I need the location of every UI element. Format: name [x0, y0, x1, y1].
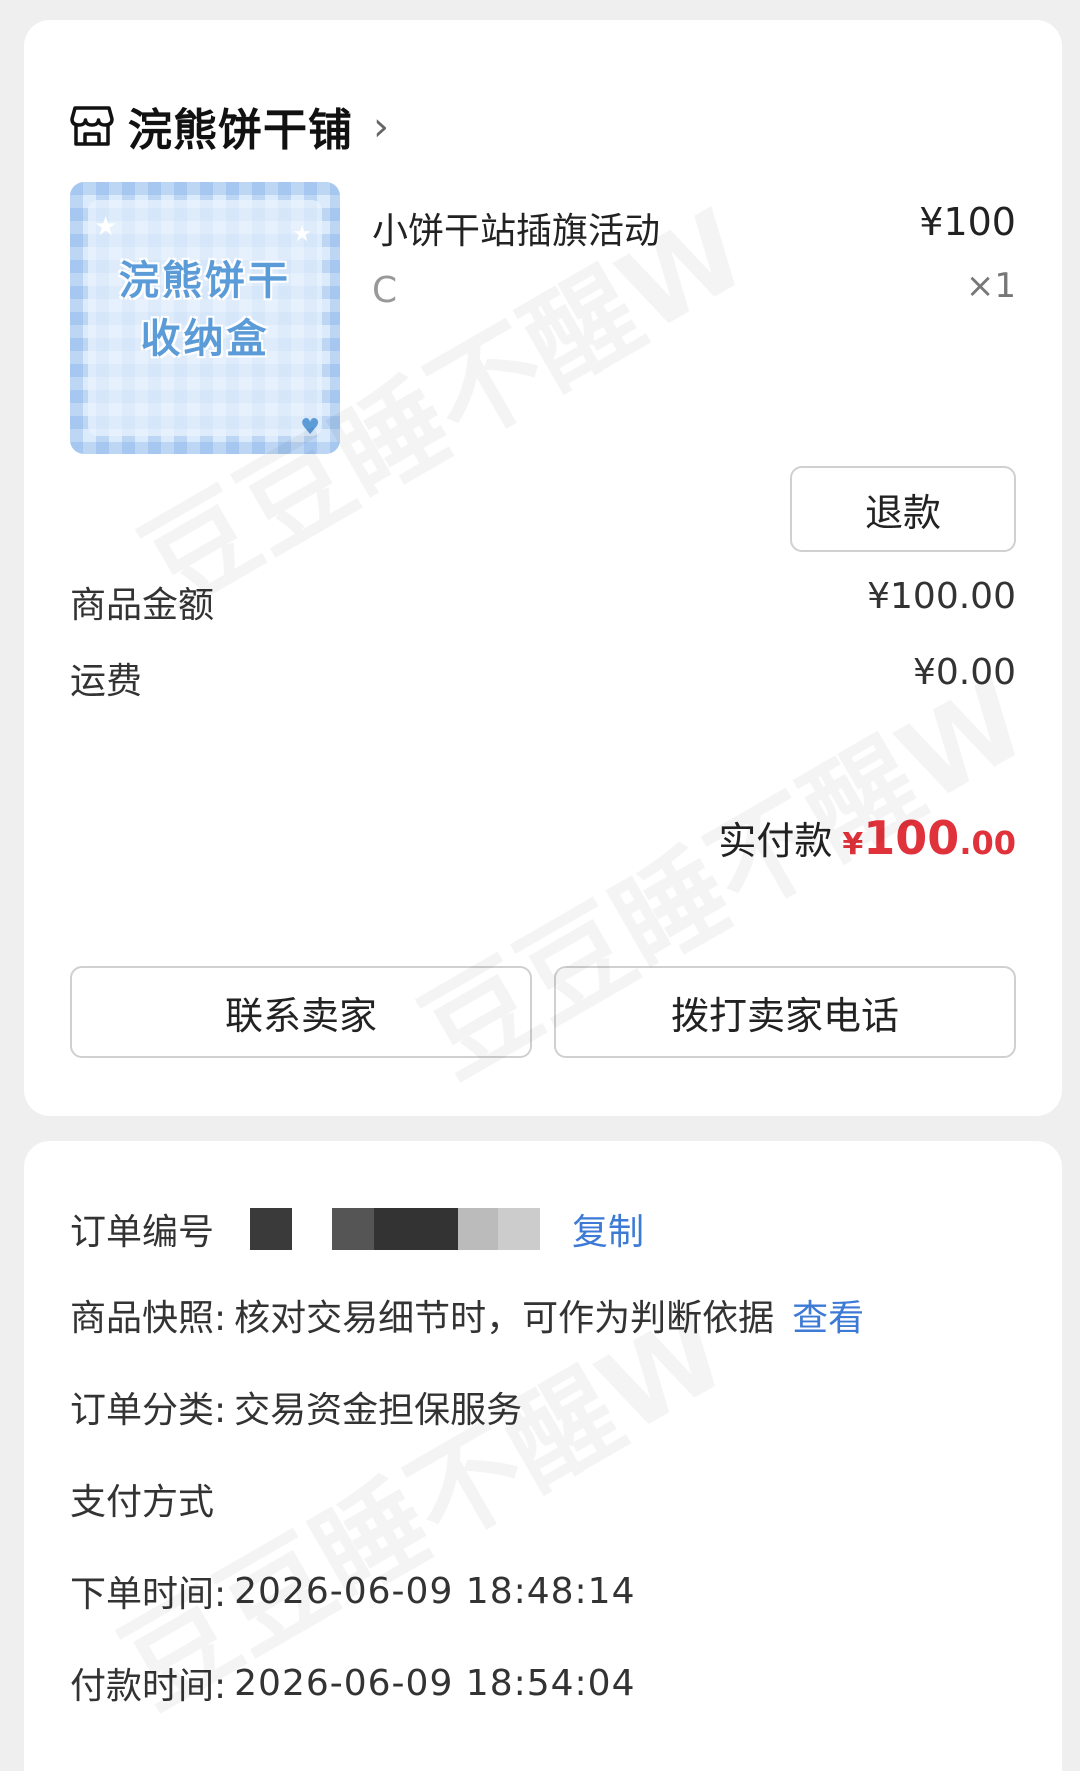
shop-header[interactable]: 浣熊饼干铺 ›: [70, 76, 389, 176]
refund-button[interactable]: 退款: [790, 466, 1016, 552]
thumbnail-title-line2: 收纳盒: [140, 316, 270, 362]
pay-time-value: 2026-06-09 18:54:04: [234, 1662, 636, 1704]
view-snapshot-link[interactable]: 查看: [792, 1289, 864, 1341]
snapshot-value: 核对交易细节时，可作为判断依据: [234, 1298, 775, 1339]
snapshot-label: 商品快照:: [70, 1298, 227, 1339]
shipping-value: ¥0.00: [912, 652, 1016, 693]
product-price: ¥100: [919, 200, 1016, 244]
product-name[interactable]: 小饼干站插旗活动: [372, 202, 660, 254]
copy-order-number-link[interactable]: 复制: [572, 1203, 644, 1255]
order-time-row: 下单时间: 2026-06-09 18:48:14: [70, 1565, 635, 1617]
order-number-label: 订单编号: [70, 1212, 215, 1253]
paid-integer: 100: [863, 811, 960, 865]
payment-method-label: 支付方式: [70, 1482, 215, 1523]
goods-amount-value: ¥100.00: [867, 576, 1016, 617]
call-seller-button[interactable]: 拨打卖家电话: [554, 966, 1016, 1058]
category-label: 订单分类:: [70, 1390, 227, 1431]
snapshot-row: 商品快照: 核对交易细节时，可作为判断依据 查看: [70, 1289, 864, 1341]
goods-amount-label: 商品金额: [70, 585, 215, 626]
star-icon: ★: [292, 222, 312, 247]
heart-icon: ♥: [300, 415, 320, 440]
pay-time-row: 付款时间: 2026-06-09 18:54:04: [70, 1657, 635, 1709]
product-quantity: ×1: [965, 266, 1016, 306]
order-number-row: 订单编号 复制: [70, 1203, 644, 1255]
contact-seller-button[interactable]: 联系卖家: [70, 966, 532, 1058]
shipping-label: 运费: [70, 661, 143, 702]
order-info-card: 订单编号 复制 商品快照: 核对交易细节时，可作为判断依据 查看 订单分类: 交…: [24, 1141, 1062, 1771]
pay-time-label: 付款时间:: [70, 1666, 227, 1707]
payment-method-row: 支付方式: [70, 1473, 214, 1525]
order-card: 浣熊饼干铺 › ★ ★ 浣熊饼干 收纳盒 ♥ 小饼干站插旗活动 C ¥100 ×…: [24, 20, 1062, 1116]
paid-amount: ¥100.00: [842, 811, 1016, 865]
order-time-value: 2026-06-09 18:48:14: [234, 1570, 636, 1612]
product-spec: C: [372, 270, 398, 311]
paid-currency-symbol: ¥: [842, 827, 864, 862]
order-time-label: 下单时间:: [70, 1574, 227, 1615]
paid-label: 实付款: [718, 819, 833, 863]
product-thumbnail[interactable]: ★ ★ 浣熊饼干 收纳盒 ♥: [70, 182, 340, 454]
thumbnail-title-line1: 浣熊饼干: [119, 258, 291, 304]
order-detail-page: 浣熊饼干铺 › ★ ★ 浣熊饼干 收纳盒 ♥ 小饼干站插旗活动 C ¥100 ×…: [0, 0, 1080, 1771]
shop-name[interactable]: 浣熊饼干铺: [128, 94, 353, 158]
paid-decimal: .00: [959, 824, 1016, 862]
paid-total-row: 实付款 ¥100.00: [718, 810, 1016, 865]
star-icon: ★: [94, 212, 118, 242]
order-number-redacted: [250, 1208, 541, 1250]
chevron-right-icon[interactable]: ›: [373, 104, 389, 150]
store-icon: [70, 105, 114, 147]
category-row: 订单分类: 交易资金担保服务: [70, 1381, 522, 1433]
thumbnail-title: 浣熊饼干 收纳盒: [70, 252, 340, 368]
category-value: 交易资金担保服务: [234, 1390, 523, 1431]
